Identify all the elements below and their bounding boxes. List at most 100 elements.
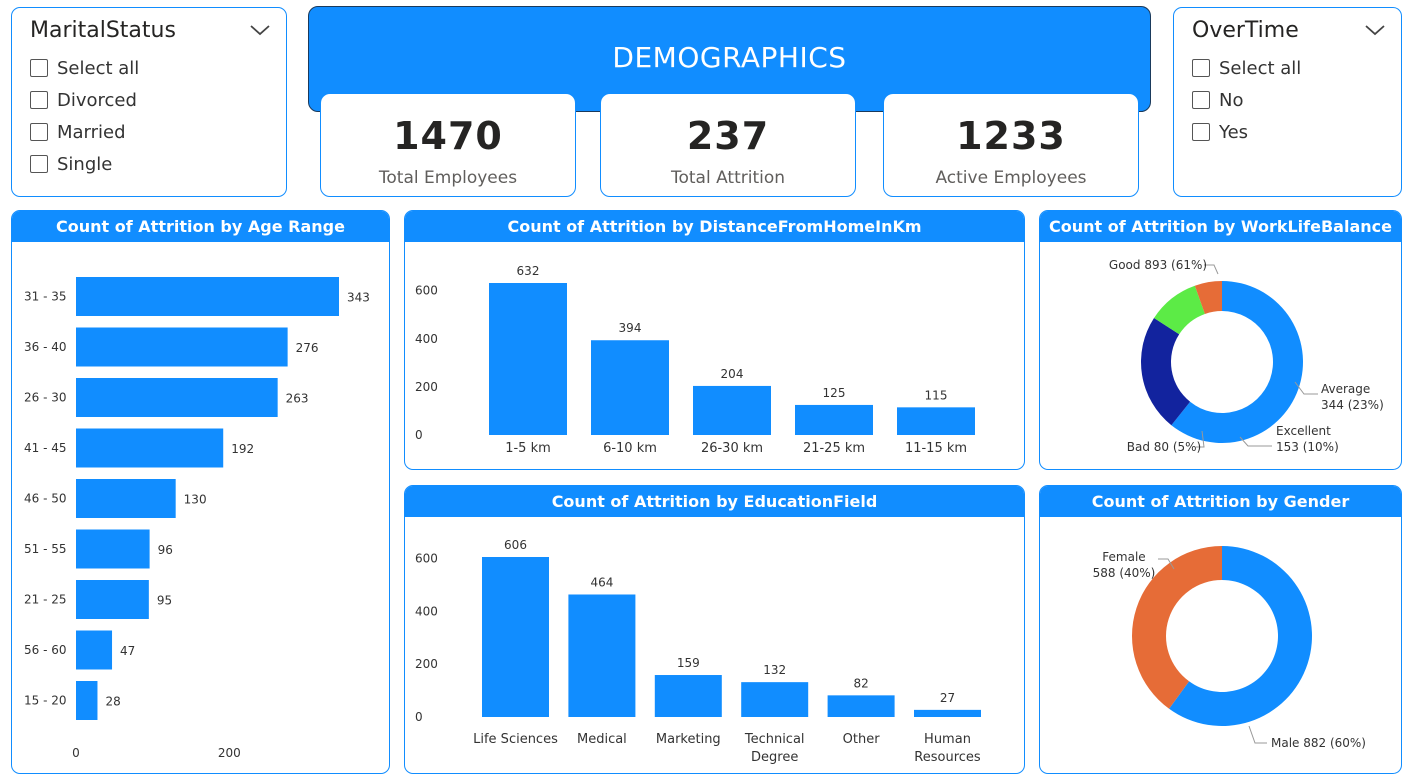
category-label: 26 - 30: [24, 391, 67, 405]
slicer-item-label: Select all: [1219, 57, 1302, 79]
data-label: Male 882 (60%): [1271, 736, 1366, 750]
data-label: 95: [157, 594, 172, 608]
category-label: 46 - 50: [24, 492, 67, 506]
data-label: 82: [853, 676, 868, 690]
y-tick-label: 400: [415, 604, 438, 618]
bar: [654, 675, 722, 717]
data-label: 28: [105, 695, 120, 709]
bar: [693, 385, 771, 435]
bar: [76, 630, 113, 670]
y-tick-label: 200: [415, 380, 438, 394]
bar: [76, 681, 98, 720]
data-label: 632: [517, 264, 540, 278]
y-tick-label: 400: [415, 332, 438, 346]
chevron-down-icon[interactable]: [248, 18, 272, 42]
checkbox[interactable]: [30, 123, 48, 141]
data-label: 115: [925, 388, 948, 402]
data-label: Average: [1321, 382, 1370, 396]
data-label: 125: [823, 386, 846, 400]
data-label: Female: [1102, 550, 1145, 564]
slicer-item-label: No: [1219, 89, 1244, 111]
distance-chart: Count of Attrition by DistanceFromHomeIn…: [404, 210, 1025, 470]
slicer-item-select-all[interactable]: Select all: [30, 52, 139, 84]
category-label: Degree: [751, 750, 798, 765]
data-label: 47: [120, 644, 135, 658]
kpi-total-attrition: 237 Total Attrition: [600, 93, 856, 197]
bar: [482, 557, 549, 717]
slicer-item-label: Divorced: [57, 89, 137, 111]
data-label: 153 (10%): [1276, 440, 1339, 454]
slicer-title: MaritalStatus: [30, 18, 176, 43]
education-chart-svg: 0 200 400 600 606 Life Sciences 464 Medical 159 M…: [415, 538, 981, 765]
leader-line: [1248, 725, 1267, 744]
category-label: 26-30 km: [701, 441, 763, 456]
slicer-title: OverTime: [1192, 18, 1299, 43]
data-label: 344 (23%): [1321, 398, 1384, 412]
gender-chart-svg: Male 882 (60%) Female 588 (40%): [1093, 546, 1366, 750]
data-label: 192: [231, 442, 254, 456]
bar: [568, 594, 636, 717]
kpi-active-employees: 1233 Active Employees: [883, 93, 1139, 197]
kpi-label: Active Employees: [935, 168, 1087, 188]
bar: [76, 277, 339, 316]
data-label: 343: [347, 291, 370, 305]
data-label: 204: [721, 367, 744, 381]
slicer-item-yes[interactable]: Yes: [1192, 116, 1301, 148]
y-tick-label: 600: [415, 284, 438, 298]
data-label: 159: [677, 656, 700, 670]
slicer-item-label: Married: [57, 121, 126, 143]
category-label: 51 - 55: [24, 542, 67, 556]
age-range-chart-svg: 31 - 35 343 36 - 40 276 26 - 30 263 41 - 45 192…: [24, 277, 370, 760]
bar: [897, 407, 975, 435]
category-label: 1-5 km: [505, 441, 551, 456]
bar: [914, 709, 981, 717]
gender-chart: Count of Attrition by Gender Male 882 (6…: [1039, 485, 1402, 774]
worklifebalance-chart: Count of Attrition by WorkLifeBalance Go…: [1039, 210, 1402, 470]
kpi-label: Total Employees: [378, 168, 518, 188]
category-label: 21-25 km: [803, 441, 865, 456]
slicer-item-no[interactable]: No: [1192, 84, 1301, 116]
marital-status-slicer: MaritalStatus Select all Divorced Marrie…: [11, 7, 287, 197]
checkbox[interactable]: [1192, 123, 1210, 141]
donut-slice-average: [1141, 317, 1191, 426]
slicer-item-married[interactable]: Married: [30, 116, 139, 148]
data-label: Good 893 (61%): [1109, 258, 1207, 272]
data-label: 96: [158, 543, 173, 557]
data-label: 394: [619, 321, 642, 335]
slicer-item-label: Yes: [1219, 121, 1249, 143]
slicer-item-divorced[interactable]: Divorced: [30, 84, 139, 116]
bar: [827, 695, 895, 717]
category-label: Resources: [914, 750, 981, 765]
kpi-label: Total Attrition: [670, 168, 786, 188]
chevron-down-icon[interactable]: [1363, 18, 1387, 42]
category-label: 6-10 km: [603, 441, 657, 456]
y-tick-label: 0: [415, 428, 423, 442]
page-title: DEMOGRAPHICS: [612, 41, 847, 74]
checkbox[interactable]: [30, 155, 48, 173]
bar: [76, 529, 150, 569]
data-label: Excellent: [1276, 424, 1331, 438]
category-label: Human: [924, 732, 971, 747]
category-label: 41 - 45: [24, 441, 67, 455]
slicer-item-select-all[interactable]: Select all: [1192, 52, 1301, 84]
age-range-chart: Count of Attrition by Age Range 31 - 35 3…: [11, 210, 390, 774]
distance-chart-svg: 0 200 400 600 632 1-5 km 394 6-10 km 204 26-30 km…: [415, 264, 975, 456]
bar: [76, 580, 149, 619]
y-tick-label: 600: [415, 552, 438, 566]
slicer-item-label: Select all: [57, 57, 140, 79]
kpi-value: 1470: [393, 114, 503, 158]
slicer-item-single[interactable]: Single: [30, 148, 139, 180]
checkbox[interactable]: [30, 91, 48, 109]
checkbox[interactable]: [1192, 91, 1210, 109]
data-label: 464: [590, 575, 613, 589]
overtime-slicer: OverTime Select all No Yes: [1173, 7, 1402, 197]
checkbox[interactable]: [30, 59, 48, 77]
bar: [76, 479, 176, 518]
y-tick-label: 200: [415, 657, 438, 671]
checkbox[interactable]: [1192, 59, 1210, 77]
education-chart: Count of Attrition by EducationField 0 20…: [404, 485, 1025, 774]
x-tick-label: 200: [218, 746, 241, 760]
category-label: Life Sciences: [473, 732, 558, 747]
category-label: 56 - 60: [24, 643, 67, 657]
category-label: 15 - 20: [24, 694, 67, 708]
